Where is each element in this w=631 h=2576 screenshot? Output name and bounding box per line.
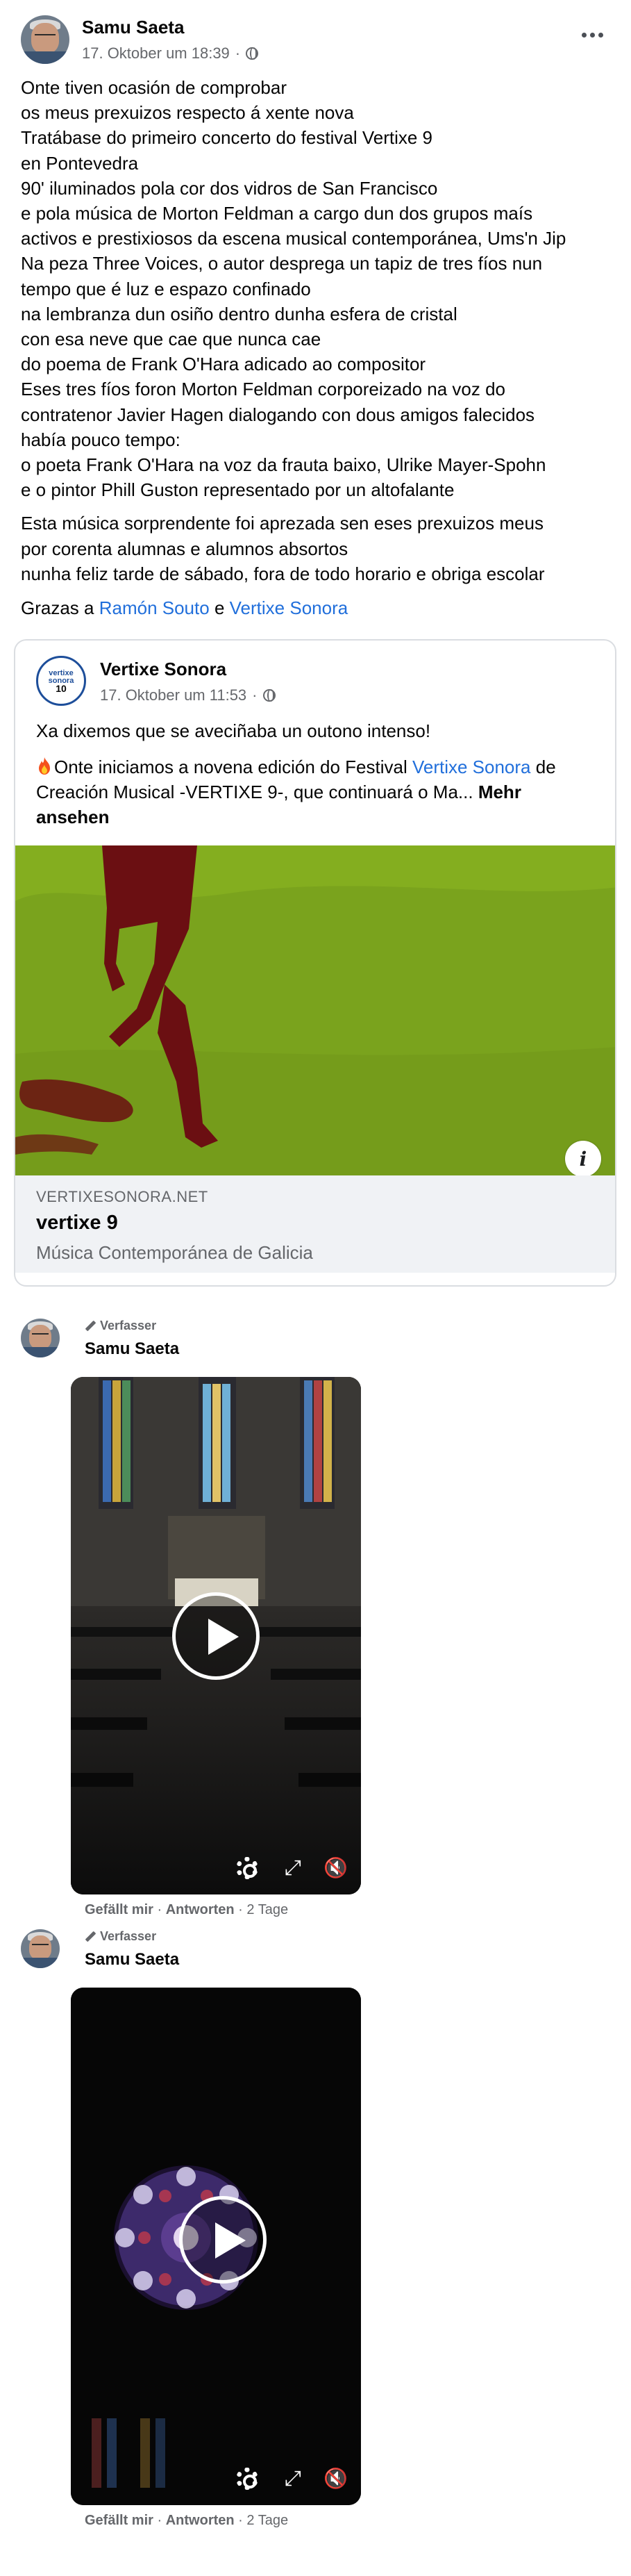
more-options-button[interactable] [574, 22, 610, 47]
post-line: activos e prestixiosos da escena musical… [21, 228, 566, 249]
logo-text: vertixe [49, 668, 74, 677]
author-badge: Verfasser [85, 1319, 156, 1333]
thanks-line: Grazas a Ramón Souto e Vertixe Sonora [21, 597, 348, 619]
dancer-image [15, 845, 615, 1175]
logo-number: 10 [56, 682, 67, 694]
fullscreen-icon[interactable] [285, 1858, 304, 1878]
post-line: Tratábase do primeiro concerto do festiv… [21, 127, 432, 149]
video-controls: 🔇 [222, 1850, 361, 1885]
like-button[interactable]: Gefällt mir [85, 1902, 153, 1917]
meta-separator: · [252, 686, 258, 704]
link-domain: VERTIXESONORA.NET [36, 1188, 208, 1205]
comment: Verfasser Samu Saeta ⤢ 🔇 Gefällt mir · A… [21, 1929, 618, 2541]
post-line: e o pintor Phill Guston representado por… [21, 479, 455, 501]
action-separator: · [238, 1902, 243, 1917]
fire-emoji-icon [39, 757, 50, 775]
action-separator: · [157, 1902, 162, 1917]
shared-text-line: Xa dixemos que se aveciñaba un outono in… [36, 720, 431, 741]
post-line: Onte tiven ocasión de comprobar [21, 77, 287, 98]
author-badge: Verfasser [85, 1929, 156, 1944]
globe-icon [246, 47, 259, 60]
post-line: por corenta alumnas e alumnos absortos [21, 538, 348, 559]
shared-text-part: Onte iniciamos a novena edición do Festi… [54, 757, 412, 777]
video-player[interactable]: 🔇 [71, 1988, 361, 2505]
post-header: Samu Saeta 17. Oktober um 18:39 · [21, 15, 610, 65]
mention-vertixe-sonora[interactable]: Vertixe Sonora [230, 597, 348, 618]
like-button[interactable]: Gefällt mir [85, 2513, 153, 2528]
shared-text-paragraph: Onte iniciamos a novena edición do Festi… [36, 754, 598, 829]
author-badge-label: Verfasser [100, 1319, 157, 1332]
globe-icon [262, 689, 276, 702]
post-line: Esta música sorprendente foi aprezada se… [21, 513, 544, 534]
post-line: nunha feliz tarde de sábado, fora de tod… [21, 563, 545, 584]
post-line: o poeta Frank O'Hara na voz da frauta ba… [21, 454, 546, 476]
shared-page-name[interactable]: Vertixe Sonora [100, 659, 226, 680]
pencil-icon [85, 1931, 96, 1942]
author-badge-label: Verfasser [100, 1929, 157, 1943]
link-preview-image[interactable]: i [15, 845, 615, 1175]
commenter-avatar[interactable] [21, 1929, 60, 1968]
comment-actions: Gefällt mir · Antworten · 2 Tage [85, 2513, 288, 2529]
gear-icon[interactable] [236, 1857, 258, 1879]
post-line: contratenor Javier Hagen dialogando con … [21, 404, 535, 425]
link-description: Música Contemporánea de Galicia [36, 1242, 313, 1263]
play-button[interactable] [172, 1592, 260, 1680]
commenter-avatar[interactable] [21, 1319, 60, 1357]
shared-post-text: Xa dixemos que se aveciñaba un outono in… [36, 718, 598, 841]
vertixe-sonora-logo[interactable]: vertixe sonora 10 [36, 656, 86, 706]
post-text: Onte tiven ocasión de comprobar os meus … [21, 75, 618, 586]
post-timestamp[interactable]: 17. Oktober um 18:39 [82, 44, 230, 63]
post-line: 90' iluminados pola cor dos vidros de Sa… [21, 177, 438, 199]
author-name[interactable]: Samu Saeta [82, 17, 184, 38]
mention-ramon-souto[interactable]: Ramón Souto [99, 597, 210, 618]
thanks-conjunction: e [214, 597, 225, 618]
post-meta: 17. Oktober um 18:39 · [82, 44, 259, 63]
post-line: en Pontevedra [21, 152, 139, 174]
shared-post-card[interactable]: vertixe sonora 10 Vertixe Sonora 17. Okt… [14, 639, 616, 1287]
meta-separator: · [235, 44, 241, 62]
post-line: Na peza Three Voices, o autor despregа u… [21, 253, 543, 274]
shared-post-timestamp[interactable]: 17. Oktober um 11:53 [100, 686, 246, 704]
post-line: con esa neve que cae que nunca cae [21, 329, 321, 350]
post-line: os meus prexuizos respecto á xente nova [21, 102, 354, 124]
link-title[interactable]: vertixe 9 [36, 1212, 118, 1235]
post-line: tempo que é luz e espazo confinado [21, 278, 311, 299]
action-separator: · [157, 2513, 162, 2528]
shared-post-header: vertixe sonora 10 Vertixe Sonora 17. Okt… [36, 656, 591, 706]
comment-author[interactable]: Samu Saeta [85, 1950, 179, 1970]
shared-post-meta: 17. Oktober um 11:53 · [100, 686, 276, 704]
author-avatar[interactable] [21, 15, 69, 64]
mute-icon[interactable]: 🔇 [323, 2468, 354, 2490]
video-controls: 🔇 [222, 2461, 361, 2495]
comment-age[interactable]: 2 Tage [246, 1902, 288, 1917]
link-preview-info[interactable]: VERTIXESONORA.NET vertixe 9 Música Conte… [15, 1175, 615, 1273]
info-button[interactable]: i [565, 1141, 601, 1175]
post-line: do poema de Frank O'Hara adicado ao comp… [21, 354, 426, 375]
play-button[interactable] [179, 2196, 267, 2284]
more-horizontal-icon [581, 32, 587, 38]
comment: Verfasser Samu Saeta ⤢ 🔇 Gefällt mir · A… [21, 1319, 618, 1930]
post-line: Eses tres fíos foron Morton Feldman corp… [21, 379, 506, 400]
thanks-prefix: Grazas a [21, 597, 99, 618]
post-line: e pola música de Morton Feldman a cargo … [21, 203, 533, 224]
pencil-icon [85, 1321, 96, 1332]
reply-button[interactable]: Antworten [166, 2513, 235, 2528]
comment-author[interactable]: Samu Saeta [85, 1339, 179, 1359]
reply-button[interactable]: Antworten [166, 1902, 235, 1917]
video-player[interactable]: 🔇 [71, 1377, 361, 1894]
comment-actions: Gefällt mir · Antworten · 2 Tage [85, 1902, 288, 1918]
post-line: había pouco tempo: [21, 429, 180, 450]
mute-icon[interactable]: 🔇 [323, 1857, 354, 1879]
post-line: na lembranza dun osiño dentro dunha esfe… [21, 303, 457, 324]
mention-vertixe-sonora-shared[interactable]: Vertixe Sonora [412, 757, 531, 777]
gear-icon[interactable] [236, 2468, 258, 2490]
fullscreen-icon[interactable] [285, 2469, 304, 2488]
action-separator: · [238, 2513, 243, 2528]
comment-age[interactable]: 2 Tage [246, 2513, 288, 2528]
